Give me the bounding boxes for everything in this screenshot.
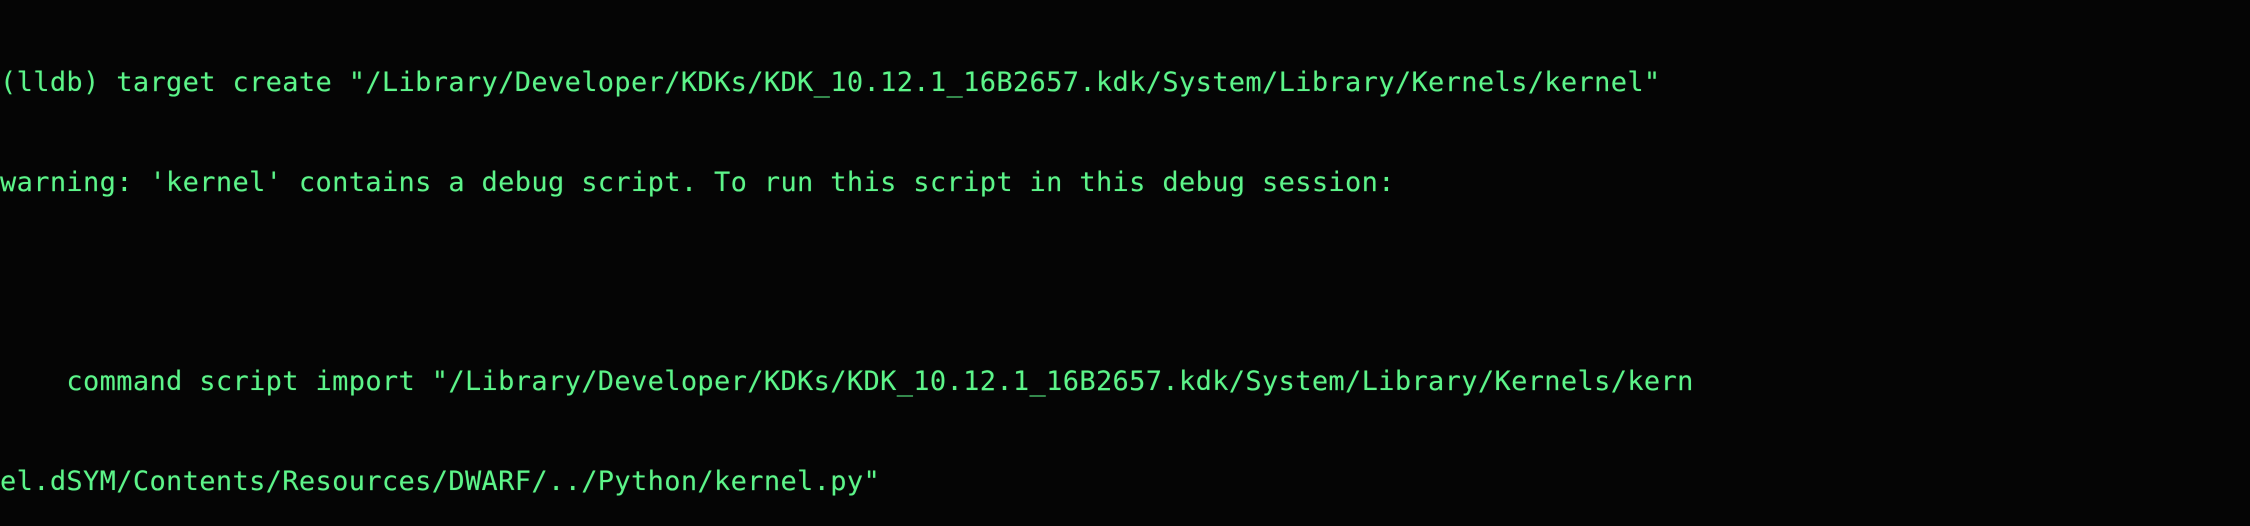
terminal-output-pane[interactable]: (lldb) target create "/Library/Developer… (0, 0, 2250, 526)
terminal-line: el.dSYM/Contents/Resources/DWARF/../Pyth… (0, 465, 881, 497)
terminal-line: command script import "/Library/Develope… (0, 366, 1694, 398)
terminal-line: (lldb) target create "/Library/Developer… (0, 67, 1661, 99)
terminal-line: warning: 'kernel' contains a debug scrip… (0, 167, 1395, 198)
